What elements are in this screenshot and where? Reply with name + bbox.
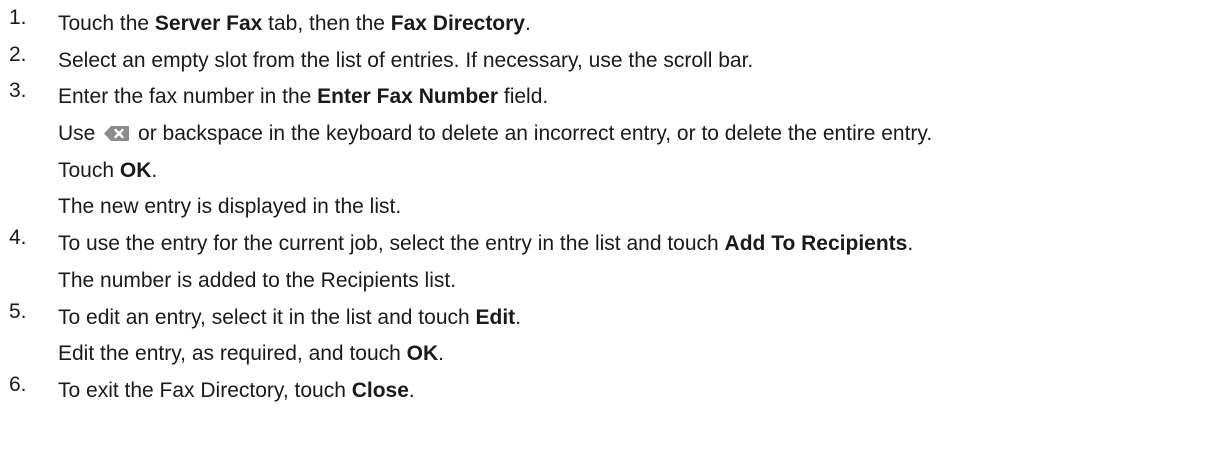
- text: Use: [58, 122, 102, 146]
- ui-term-close: Close: [351, 378, 409, 402]
- step-line: Touch the Server Fax tab, then the Fax D…: [58, 6, 1231, 43]
- text: .: [438, 342, 444, 366]
- text: .: [408, 378, 415, 402]
- text: The new entry is displayed in the list.: [58, 195, 402, 219]
- step-2: 2. Select an empty slot from the list of…: [0, 43, 1231, 80]
- ui-term-fax-directory: Fax Directory: [390, 12, 525, 35]
- step-line: Use or backspace in the keyboard to dele…: [58, 116, 1231, 153]
- text: tab, then the: [262, 12, 391, 35]
- instruction-list: 1. Touch the Server Fax tab, then the Fa…: [0, 0, 1231, 466]
- backspace-icon: [103, 125, 130, 142]
- text: The number is added to the Recipients li…: [58, 268, 457, 292]
- text: .: [907, 232, 914, 256]
- step-line: The number is added to the Recipients li…: [58, 263, 1231, 300]
- text: or backspace in the keyboard to delete a…: [132, 122, 933, 146]
- text: field.: [498, 85, 549, 109]
- step-line: Select an empty slot from the list of en…: [58, 43, 1231, 80]
- step-number: 3.: [9, 79, 27, 103]
- text: Touch: [58, 158, 120, 182]
- step-line: Touch OK.: [58, 153, 1231, 190]
- text: Enter the fax number in the: [58, 85, 318, 109]
- step-number: 1.: [9, 6, 27, 29]
- ui-term-enter-fax-number: Enter Fax Number: [317, 85, 499, 109]
- step-line: The new entry is displayed in the list.: [58, 189, 1231, 226]
- ui-term-ok: OK: [406, 342, 439, 366]
- text: .: [151, 158, 158, 182]
- step-line: To use the entry for the current job, se…: [58, 226, 1231, 263]
- text: .: [515, 305, 522, 329]
- step-4: 4. To use the entry for the current job,…: [0, 226, 1231, 299]
- text: To use the entry for the current job, se…: [58, 232, 725, 256]
- ui-term-server-fax: Server Fax: [154, 12, 263, 35]
- step-number: 4.: [9, 226, 27, 250]
- text: Touch the: [58, 12, 155, 35]
- step-6: 6. To exit the Fax Directory, touch Clos…: [0, 373, 1231, 410]
- step-line: Enter the fax number in the Enter Fax Nu…: [58, 79, 1231, 116]
- step-number: 5.: [9, 299, 27, 323]
- text: To edit an entry, select it in the list …: [58, 305, 476, 329]
- text: Edit the entry, as required, and touch: [58, 342, 407, 366]
- ui-term-add-to-recipients: Add To Recipients: [724, 232, 908, 256]
- step-line: To exit the Fax Directory, touch Close.: [58, 373, 1231, 410]
- step-1: 1. Touch the Server Fax tab, then the Fa…: [0, 6, 1231, 43]
- step-5: 5. To edit an entry, select it in the li…: [0, 300, 1231, 373]
- text: .: [525, 12, 531, 35]
- text: Select an empty slot from the list of en…: [58, 48, 754, 72]
- step-line: To edit an entry, select it in the list …: [58, 300, 1231, 337]
- text: To exit the Fax Directory, touch: [58, 378, 352, 402]
- step-3: 3. Enter the fax number in the Enter Fax…: [0, 79, 1231, 226]
- ui-term-ok: OK: [119, 158, 152, 182]
- step-number: 6.: [9, 372, 27, 396]
- step-line: Edit the entry, as required, and touch O…: [58, 336, 1231, 373]
- ui-term-edit: Edit: [475, 305, 516, 329]
- step-number: 2.: [9, 42, 27, 66]
